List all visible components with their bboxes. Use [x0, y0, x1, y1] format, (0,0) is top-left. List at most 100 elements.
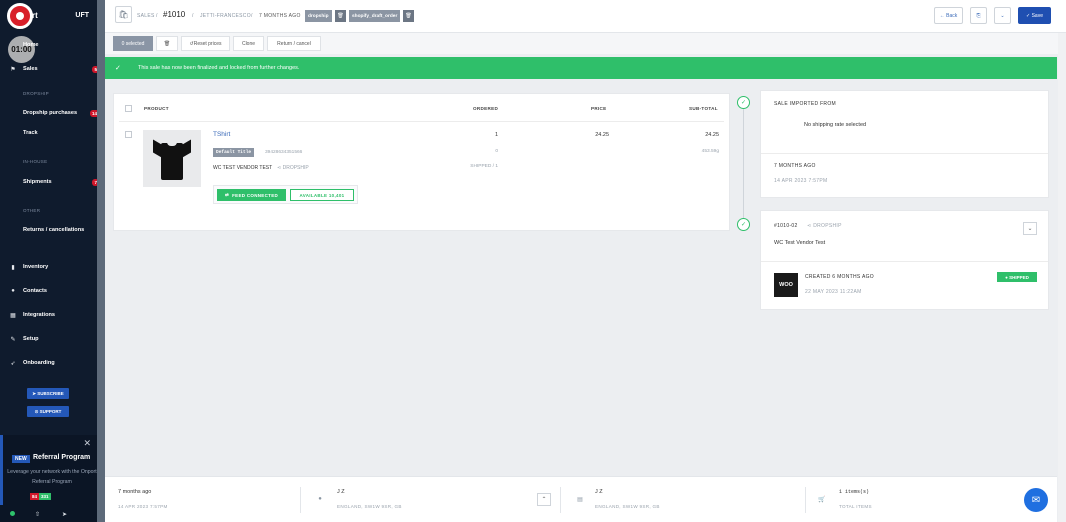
action-toolbar: 0 selected 🗑 ↺ Reset prices Clone Return … — [105, 33, 1066, 54]
sidebar-item-home[interactable]: Home — [0, 38, 97, 52]
shipping-rate-text: No shipping rate selected — [804, 122, 867, 128]
sidebar-item-returns[interactable]: Returns / cancellations — [0, 223, 97, 237]
shopify-icon: 🛍 — [115, 6, 132, 23]
feed-connected-button[interactable]: ⇄ FEED CONNECTED — [217, 189, 286, 201]
dropship-code[interactable]: #1010-02 — [774, 223, 798, 229]
dropship-created: CREATED 6 MONTHS AGO — [805, 274, 874, 280]
sidebar: rt UFT 01:00 Home ⚑ Sales 5 DROPSHIP Dro… — [0, 0, 99, 522]
feed-status: ⇄ FEED CONNECTED AVAILABLE 10,401 — [213, 185, 358, 204]
import-card: SALE IMPORTED FROM No shipping rate sele… — [760, 90, 1049, 198]
tag-shopify-draft-order: shopify_draft_order — [349, 10, 401, 22]
user-icon: ● — [318, 496, 322, 502]
select-all-checkbox[interactable] — [125, 105, 132, 112]
support-button[interactable]: ⊙ SUPPORT — [27, 406, 69, 417]
more-dropdown-button[interactable]: ⌄ — [994, 7, 1011, 24]
footer-age: 7 months ago — [118, 489, 152, 495]
col-subtotal: SUB-TOTAL — [689, 106, 718, 111]
timeline-line — [743, 100, 744, 220]
divider — [761, 153, 1048, 154]
rocket-icon: ➶ — [10, 360, 16, 367]
product-image[interactable] — [143, 130, 201, 187]
breadcrumb-sep: / — [156, 13, 158, 19]
upload-icon[interactable]: ⇧ — [35, 511, 40, 518]
tag-dropship: dropship — [305, 10, 332, 22]
link-icon: ⇄ — [224, 192, 233, 197]
shipping-name[interactable]: J Z — [595, 489, 603, 495]
sidebar-item-inventory[interactable]: ▮ Inventory — [0, 260, 97, 274]
product-sku: 39428634351566 — [265, 150, 303, 155]
page-header: 🛍 SALES / #1010 / JETTI-FRANCESCO / 7 MO… — [105, 0, 1066, 33]
col-price: PRICE — [591, 106, 607, 111]
sidebar-item-integrations[interactable]: ▦ Integrations — [0, 308, 97, 322]
sidebar-item-dropship-purchases[interactable]: Dropship purchases 14 — [0, 106, 99, 120]
back-button[interactable]: ← Back — [934, 7, 963, 24]
home-icon — [9, 41, 17, 49]
sidebar-item-sales[interactable]: ⚑ Sales 5 — [0, 62, 99, 76]
subscribe-button[interactable]: ➤ SUBSCRIBE — [27, 388, 69, 399]
collapse-button[interactable]: ⌃ — [537, 493, 551, 506]
chat-icon: ✉ — [1031, 494, 1041, 506]
onport-logo-icon — [7, 3, 33, 29]
clone-button[interactable]: Clone — [233, 36, 264, 51]
check-icon: ✓ — [115, 65, 121, 72]
sidebar-item-setup[interactable]: ✎ Setup — [0, 332, 97, 346]
vendor-name[interactable]: WC TEST VENDOR TEST — [213, 165, 272, 171]
tshirt-icon — [153, 138, 191, 180]
divider — [300, 487, 301, 513]
sidebar-item-track[interactable]: Track — [0, 126, 97, 140]
grid-icon: ▦ — [10, 312, 16, 319]
print-button[interactable]: ⎘ — [970, 7, 987, 24]
divider — [805, 487, 806, 513]
remove-tag-icon[interactable]: 🗑 — [403, 10, 414, 22]
shipped-qty: SHIPPED / 1 — [470, 164, 498, 169]
print-icon: ⎘ — [976, 12, 981, 19]
line-weight: 453.59g — [701, 149, 719, 154]
locked-alert: ✓ This sale has now been finalized and l… — [105, 57, 1057, 79]
billing-name[interactable]: J Z — [337, 489, 345, 495]
sidebar-item-shipments[interactable]: Shipments 7 — [0, 175, 99, 189]
divider — [560, 487, 561, 513]
order-number: #1010 — [163, 10, 186, 19]
user-icon: ● — [11, 288, 15, 294]
dropship-vendor[interactable]: WC Test Vendor Test — [774, 240, 825, 246]
total-items-label: TOTAL ITEMS — [839, 504, 872, 509]
shipped-status-badge: ● SHIPPED — [997, 272, 1037, 282]
shipping-address-icon: ▤ — [577, 496, 583, 503]
save-button[interactable]: ✓ Save — [1018, 7, 1051, 24]
scrollbar[interactable] — [1058, 33, 1066, 522]
col-product: PRODUCT — [144, 106, 169, 111]
section-dropship: DROPSHIP — [23, 91, 49, 96]
close-icon[interactable]: ✕ — [83, 438, 91, 449]
expand-button[interactable]: ⌄ — [1023, 222, 1037, 235]
row-checkbox[interactable] — [125, 131, 132, 138]
reset-prices-button[interactable]: ↺ Reset prices — [181, 36, 230, 51]
remove-tag-icon[interactable]: 🗑 — [335, 10, 346, 22]
ordered-qty: 1 — [494, 132, 498, 138]
sidebar-item-contacts[interactable]: ● Contacts — [0, 284, 97, 298]
return-cancel-button[interactable]: Return / cancel — [267, 36, 321, 51]
brand[interactable]: rt UFT — [0, 0, 97, 32]
sidebar-bottom-bar: 84 331 ⇧ ➤ — [0, 493, 97, 522]
chevron-down-icon: ⌄ — [1000, 12, 1005, 19]
referral-title[interactable]: Referral Program — [33, 454, 90, 461]
alert-message: This sale has now been finalized and loc… — [138, 65, 300, 71]
send-icon[interactable]: ➤ — [62, 511, 67, 518]
variant-badge: Default Title — [213, 148, 255, 157]
divider — [761, 261, 1048, 262]
timeline-check-icon: ✓ — [737, 96, 750, 109]
customer-link[interactable]: JETTI-FRANCESCO — [200, 13, 251, 19]
referral-desc: Leverage your network with the Onport Re… — [7, 469, 97, 485]
new-badge: NEW — [12, 455, 30, 463]
breadcrumb-sales[interactable]: SALES — [137, 13, 155, 19]
chat-button[interactable]: ✉ — [1024, 488, 1048, 512]
brand-text: rt — [32, 11, 38, 20]
sidebar-edge — [97, 0, 105, 522]
account-code[interactable]: UFT — [75, 12, 89, 19]
delete-button[interactable]: 🗑 — [156, 36, 178, 51]
order-age: 7 MONTHS AGO — [259, 13, 301, 19]
billing-address: ENGLAND, SW1W 9SR, GB — [337, 504, 402, 509]
divider — [119, 121, 724, 122]
sidebar-item-onboarding[interactable]: ➶ Onboarding — [0, 356, 97, 370]
selection-count[interactable]: 0 selected — [113, 36, 153, 51]
product-name-link[interactable]: TShirt — [213, 131, 230, 138]
